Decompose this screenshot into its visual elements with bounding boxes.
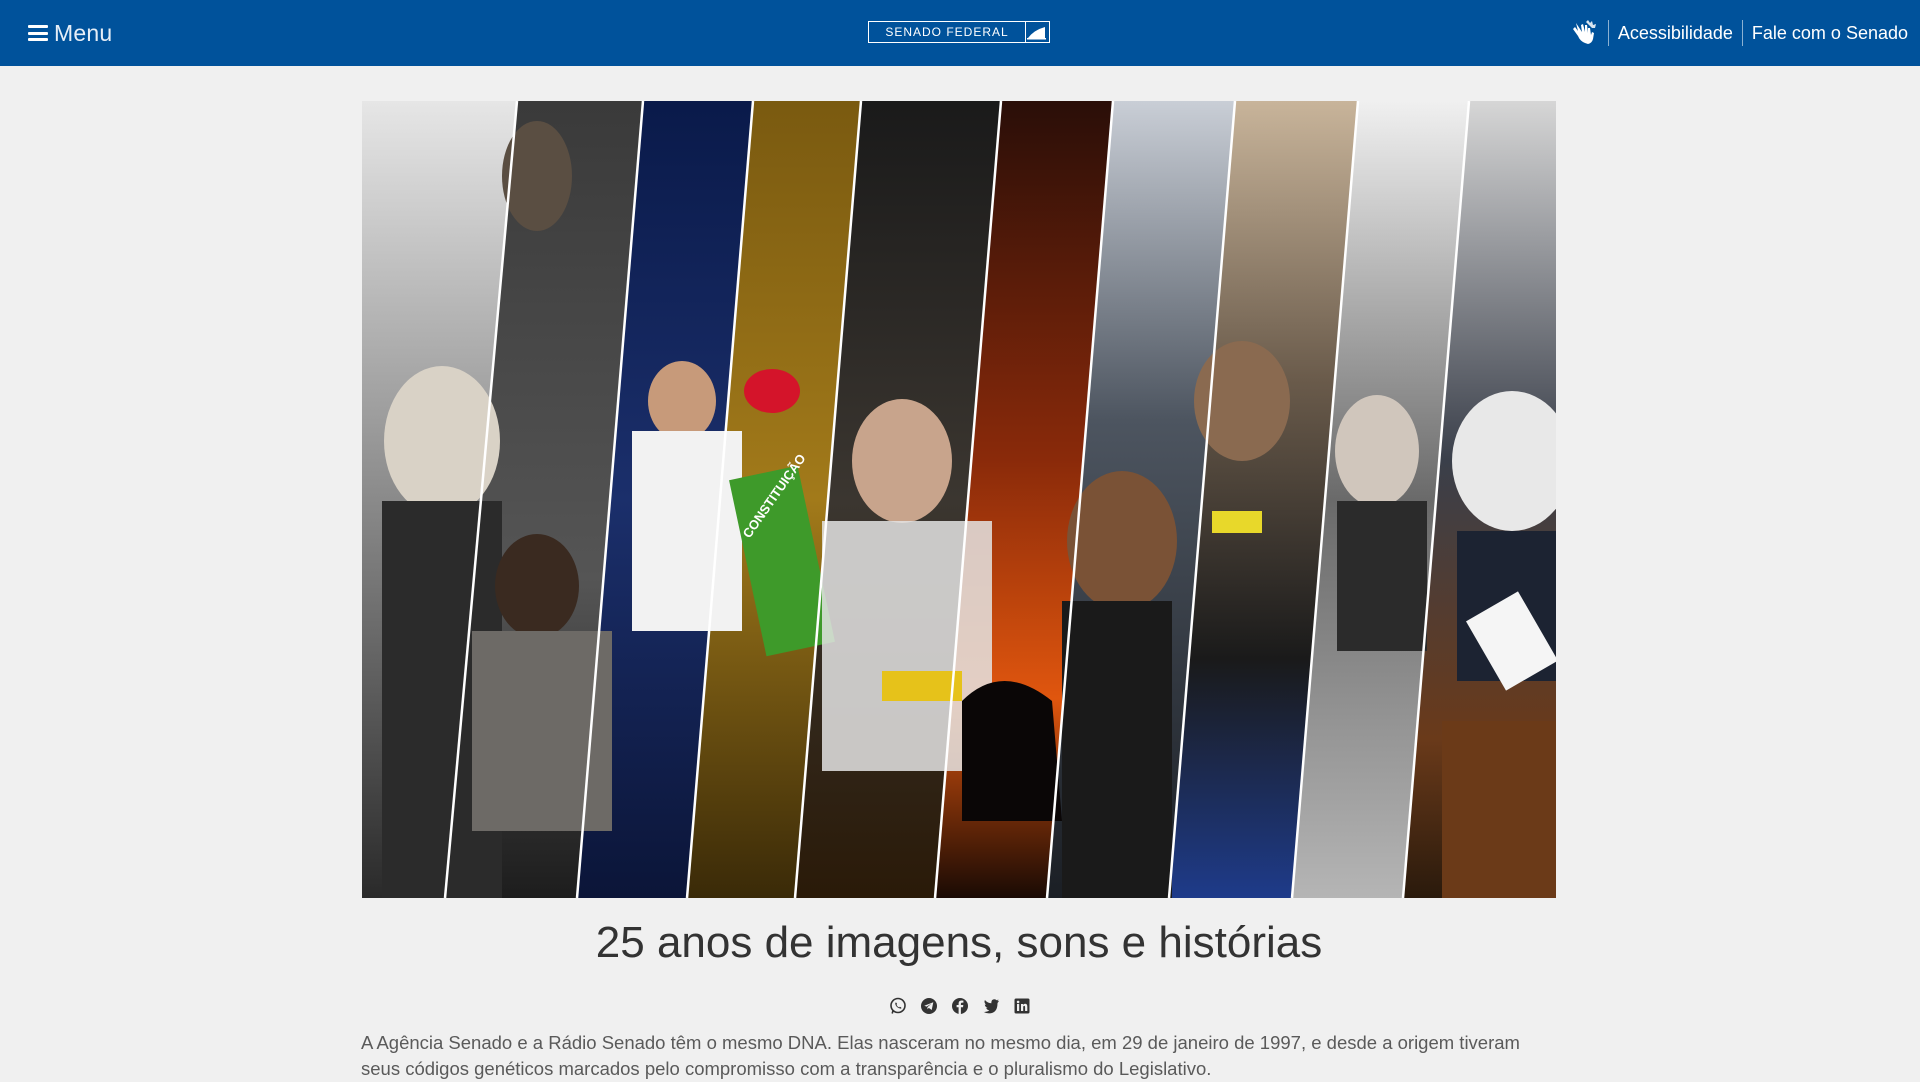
hamburger-icon (28, 25, 48, 41)
separator (1607, 20, 1609, 46)
separator (1741, 20, 1743, 46)
contact-senate-link[interactable]: Fale com o Senado (1752, 23, 1908, 44)
sign-language-hands-icon[interactable] (1569, 18, 1599, 48)
portrait-figure (1194, 341, 1290, 461)
congress-building-icon (1025, 22, 1049, 42)
accessibility-link[interactable]: Acessibilidade (1618, 23, 1733, 44)
elephant-silhouette (962, 681, 1062, 821)
menu-label: Menu (54, 19, 113, 46)
portrait-figure (1337, 501, 1427, 651)
rose (744, 369, 800, 413)
portrait-figure (495, 534, 579, 638)
facebook-icon[interactable] (951, 996, 970, 1015)
portrait-figure (852, 399, 952, 523)
portrait-figure (632, 431, 742, 631)
share-buttons (0, 996, 1920, 1015)
portrait-figure (648, 361, 716, 441)
article-headline: 25 anos de imagens, sons e histórias (595, 918, 1323, 967)
ballot-box (1442, 721, 1556, 898)
yellow-notes (1212, 511, 1262, 533)
collage-svg: CONSTITUIÇÃO (362, 101, 1556, 898)
portrait-figure (1335, 395, 1419, 507)
top-navigation-bar: Menu SENADO FEDERAL Acessibilidade Fale … (0, 0, 1920, 66)
hero-photo-collage: CONSTITUIÇÃO (362, 101, 1556, 898)
senado-federal-logo[interactable]: SENADO FEDERAL (868, 21, 1050, 43)
whatsapp-icon[interactable] (889, 996, 908, 1015)
twitter-icon[interactable] (982, 996, 1001, 1015)
portrait-figure (1067, 471, 1177, 611)
linkedin-icon[interactable] (1013, 996, 1032, 1015)
topbar-right-links: Acessibilidade Fale com o Senado (1569, 0, 1908, 66)
article-lead-paragraph: A Agência Senado e a Rádio Senado têm o … (361, 1032, 1520, 1079)
telegram-icon[interactable] (920, 996, 939, 1015)
portrait-figure (1062, 601, 1172, 898)
logo-text: SENADO FEDERAL (885, 25, 1009, 39)
yellow-folder (882, 671, 962, 701)
menu-button[interactable]: Menu (28, 0, 112, 66)
